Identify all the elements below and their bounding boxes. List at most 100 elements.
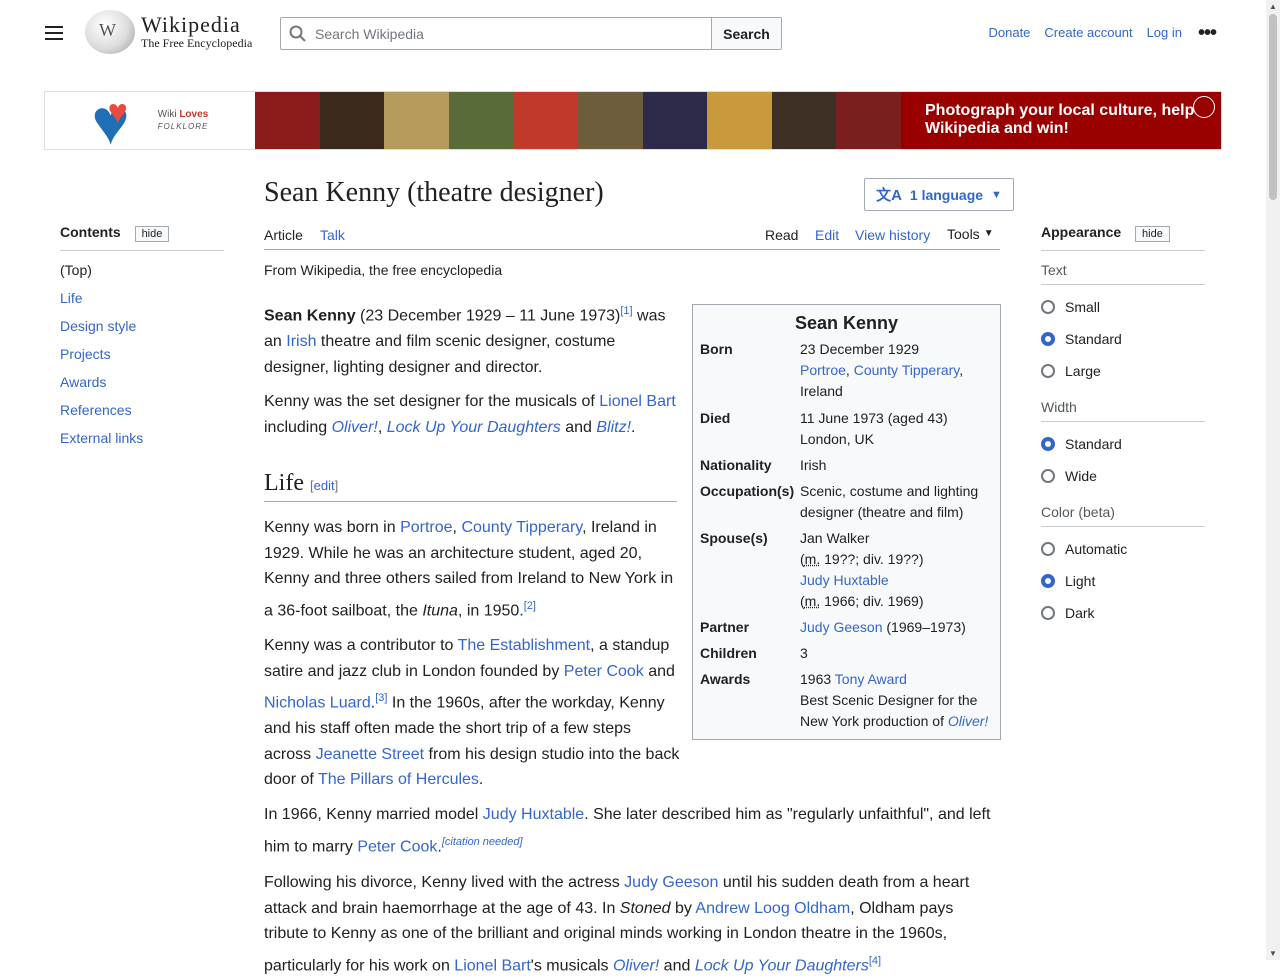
text-size-label: Text <box>1041 262 1067 278</box>
log-in-link[interactable]: Log in <box>1147 25 1182 40</box>
toc-item-external-links[interactable]: External links <box>60 425 224 451</box>
search-button[interactable]: Search <box>711 18 781 49</box>
blitz-link[interactable]: Blitz! <box>596 419 631 436</box>
toc-title: Contents hide <box>60 224 170 242</box>
peter-cook-link[interactable]: Peter Cook <box>564 663 644 680</box>
tools-dropdown[interactable]: Tools ▼ <box>945 215 1002 249</box>
radio-color-light[interactable]: Light <box>1041 573 1191 589</box>
infobox-title: Sean Kenny <box>794 313 899 333</box>
tab-talk[interactable]: Talk <box>320 215 345 249</box>
nicholas-luard-link[interactable]: Nicholas Luard <box>264 695 371 712</box>
pillars-of-hercules-link[interactable]: The Pillars of Hercules <box>318 771 479 788</box>
width-label: Width <box>1041 399 1077 415</box>
toc-item-top[interactable]: (Top) <box>60 257 224 283</box>
site-subtitle: From Wikipedia, the free encyclopedia <box>264 262 503 278</box>
scroll-up-icon[interactable]: ▲ <box>1269 2 1277 11</box>
radio-text-standard[interactable]: Standard <box>1041 331 1191 347</box>
puzzle-heart-icon <box>92 85 148 159</box>
banner-photo <box>707 92 772 149</box>
campaign-banner[interactable]: Wiki Loves FOLKLORE Photograph your loca… <box>44 85 1222 159</box>
banner-photo <box>642 92 708 149</box>
page-scrollbar[interactable]: ▲ ▼ <box>1266 0 1280 960</box>
paragraph: Kenny was the set designer for the music… <box>264 393 676 436</box>
peter-cook-link[interactable]: Peter Cook <box>357 838 437 855</box>
radio-text-large[interactable]: Large <box>1041 363 1191 379</box>
toc-hide-button[interactable]: hide <box>134 226 170 242</box>
scrollbar-thumb[interactable] <box>1269 14 1277 200</box>
tab-read[interactable]: Read <box>765 215 798 249</box>
reference-link[interactable]: [2] <box>524 600 536 612</box>
radio-width-standard[interactable]: Standard <box>1041 436 1191 452</box>
county-tipperary-link[interactable]: County Tipperary <box>461 519 582 536</box>
toc-item-references[interactable]: References <box>60 397 224 423</box>
banner-cta[interactable]: Photograph your local culture, help Wiki… <box>901 92 1221 149</box>
citation-needed-link[interactable]: [citation needed] <box>442 836 523 848</box>
the-establishment-link[interactable]: The Establishment <box>458 637 591 654</box>
page-title: Sean Kenny (theatre designer) <box>264 177 604 208</box>
oliver-link[interactable]: Oliver! <box>948 713 988 729</box>
radio-color-automatic[interactable]: Automatic <box>1041 541 1191 557</box>
lionel-bart-link[interactable]: Lionel Bart <box>599 393 676 410</box>
reference-link[interactable]: [3] <box>375 692 387 704</box>
banner-photo <box>771 92 837 149</box>
wikipedia-globe-icon <box>85 10 135 54</box>
portroe-link[interactable]: Portroe <box>400 519 452 536</box>
wikipedia-logo[interactable]: Wikipedia The Free Encyclopedia <box>85 8 263 56</box>
banner-photo <box>448 92 514 149</box>
judy-geeson-link[interactable]: Judy Geeson <box>800 619 883 635</box>
banner-photo <box>384 92 449 149</box>
paragraph: In 1966, Kenny married model Judy Huxtab… <box>264 806 991 855</box>
chevron-down-icon: ▼ <box>983 228 994 239</box>
banner-photo-strip <box>255 92 901 149</box>
radio-text-small[interactable]: Small <box>1041 299 1191 315</box>
tab-view-history[interactable]: View history <box>855 215 930 249</box>
toc-item-projects[interactable]: Projects <box>60 341 224 367</box>
toc-item-awards[interactable]: Awards <box>60 369 224 395</box>
lead-paragraph: Sean Kenny (23 December 1929 – 11 June 1… <box>264 305 666 376</box>
oliver-link[interactable]: Oliver! <box>332 419 378 436</box>
reference-link[interactable]: [4] <box>869 955 881 967</box>
chevron-down-icon: ▼ <box>991 188 1002 201</box>
paragraph: Following his divorce, Kenny lived with … <box>264 874 970 975</box>
scroll-down-icon[interactable]: ▼ <box>1269 949 1277 958</box>
translate-icon: 文A <box>876 187 902 204</box>
close-icon[interactable] <box>1193 96 1215 118</box>
portroe-link[interactable]: Portroe <box>800 362 846 378</box>
tab-edit[interactable]: Edit <box>815 215 839 249</box>
banner-photo <box>836 92 901 149</box>
search-box: Search <box>280 17 782 50</box>
reference-link[interactable]: [1] <box>620 305 632 317</box>
create-account-link[interactable]: Create account <box>1044 25 1132 40</box>
toc-item-life[interactable]: Life <box>60 285 224 311</box>
search-input[interactable] <box>315 18 711 49</box>
banner-photo <box>319 92 385 149</box>
ellipsis-icon[interactable]: ••• <box>1188 18 1226 48</box>
search-icon <box>281 18 315 49</box>
banner-photo <box>255 92 320 149</box>
judy-huxtable-link[interactable]: Judy Huxtable <box>483 806 584 823</box>
appearance-hide-button[interactable]: hide <box>1135 226 1170 242</box>
language-button[interactable]: 文A 1 language ▼ <box>864 178 1014 211</box>
toc-item-design-style[interactable]: Design style <box>60 313 224 339</box>
tab-article[interactable]: Article <box>264 215 303 249</box>
paragraph: Kenny was a contributor to The Establish… <box>264 637 680 789</box>
edit-section-link[interactable]: edit <box>314 478 335 493</box>
radio-color-dark[interactable]: Dark <box>1041 605 1191 621</box>
county-tipperary-link[interactable]: County Tipperary <box>854 362 960 378</box>
personal-tools: Donate Create account Log in <box>988 25 1182 40</box>
paragraph: Kenny was born in Portroe, County Tipper… <box>264 519 674 620</box>
judy-huxtable-link[interactable]: Judy Huxtable <box>800 572 889 588</box>
radio-width-wide[interactable]: Wide <box>1041 468 1191 484</box>
irish-link[interactable]: Irish <box>286 333 316 350</box>
lock-up-your-daughters-link[interactable]: Lock Up Your Daughters <box>387 419 561 436</box>
appearance-title: Appearance hide <box>1041 224 1170 242</box>
jeanette-street-link[interactable]: Jeanette Street <box>316 746 425 763</box>
main-menu-button[interactable] <box>39 18 69 48</box>
banner-photo <box>577 92 643 149</box>
judy-geeson-link[interactable]: Judy Geeson <box>624 874 718 891</box>
andrew-loog-oldham-link[interactable]: Andrew Loog Oldham <box>695 900 850 917</box>
color-label: Color (beta) <box>1041 504 1115 520</box>
tony-award-link[interactable]: Tony Award <box>835 671 907 687</box>
donate-link[interactable]: Donate <box>988 25 1030 40</box>
section-heading-life: Life [edit] <box>264 470 677 502</box>
